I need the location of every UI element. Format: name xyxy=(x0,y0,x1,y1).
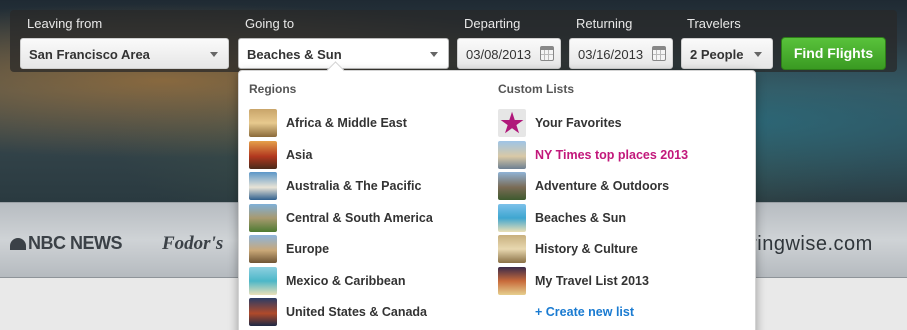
region-label: Asia xyxy=(286,148,313,162)
returning-date-input[interactable]: 03/16/2013 xyxy=(569,38,673,69)
going-to-select[interactable]: Beaches & Sun xyxy=(238,38,449,69)
usa-thumb xyxy=(249,298,277,326)
list-history[interactable]: History & Culture xyxy=(498,235,638,263)
region-usa[interactable]: United States & Canada xyxy=(249,298,427,326)
flight-search-bar: Leaving from San Francisco Area Going to… xyxy=(10,10,897,72)
departing-label: Departing xyxy=(464,16,521,31)
list-ny-times[interactable]: NY Times top places 2013 xyxy=(498,141,688,169)
region-label: United States & Canada xyxy=(286,305,428,319)
region-label: Africa & Middle East xyxy=(286,116,407,130)
region-label: Central & South America xyxy=(286,211,433,225)
mexico-thumb xyxy=(249,267,277,295)
region-central-america[interactable]: Central & South America xyxy=(249,204,433,232)
nbc-news-logo: NBC NEWS xyxy=(10,233,123,254)
asia-thumb xyxy=(249,141,277,169)
leaving-label: Leaving from xyxy=(27,16,103,31)
list-your-favorites[interactable]: ★ Your Favorites xyxy=(498,109,622,137)
going-label: Going to xyxy=(245,16,295,31)
list-label: Your Favorites xyxy=(535,116,622,130)
adventure-thumb xyxy=(498,172,526,200)
nytimes-thumb xyxy=(498,141,526,169)
region-label: Europe xyxy=(286,242,330,256)
travelers-select[interactable]: 2 People xyxy=(681,38,773,69)
leaving-value: San Francisco Area xyxy=(29,47,150,62)
australia-thumb xyxy=(249,172,277,200)
custom-lists-heading: Custom Lists xyxy=(498,82,575,96)
history-thumb xyxy=(498,235,526,263)
central-america-thumb xyxy=(249,204,277,232)
africa-thumb xyxy=(249,109,277,137)
calendar-icon[interactable] xyxy=(540,46,554,61)
list-label: Beaches & Sun xyxy=(535,211,627,225)
region-europe[interactable]: Europe xyxy=(249,235,329,263)
list-label: Adventure & Outdoors xyxy=(535,179,670,193)
region-label: Australia & The Pacific xyxy=(286,179,422,193)
peacock-icon xyxy=(10,238,26,250)
list-label: History & Culture xyxy=(535,242,638,256)
region-asia[interactable]: Asia xyxy=(249,141,312,169)
region-label: Mexico & Caribbean xyxy=(286,274,406,288)
find-flights-button[interactable]: Find Flights xyxy=(781,37,886,70)
travel-list-thumb xyxy=(498,267,526,295)
region-australia[interactable]: Australia & The Pacific xyxy=(249,172,421,200)
travelers-label: Travelers xyxy=(687,16,741,31)
region-africa[interactable]: Africa & Middle East xyxy=(249,109,407,137)
list-label: My Travel List 2013 xyxy=(535,274,649,288)
region-mexico[interactable]: Mexico & Caribbean xyxy=(249,267,405,295)
travelers-value: 2 People xyxy=(690,47,744,62)
chevron-down-icon xyxy=(210,52,218,57)
going-value: Beaches & Sun xyxy=(247,47,342,62)
list-beaches[interactable]: Beaches & Sun xyxy=(498,204,626,232)
create-new-list-link[interactable]: + Create new list xyxy=(535,305,634,319)
chevron-down-icon xyxy=(430,52,438,57)
list-my-travel[interactable]: My Travel List 2013 xyxy=(498,267,649,295)
star-icon: ★ xyxy=(498,109,526,137)
beach-thumb xyxy=(498,204,526,232)
list-adventure[interactable]: Adventure & Outdoors xyxy=(498,172,669,200)
returning-value: 03/16/2013 xyxy=(578,47,644,62)
departing-date-input[interactable]: 03/08/2013 xyxy=(457,38,561,69)
list-label: NY Times top places 2013 xyxy=(535,148,689,162)
destination-dropdown: Regions Custom Lists Africa & Middle Eas… xyxy=(238,70,756,330)
fodors-logo: Fodor's xyxy=(162,233,224,254)
leaving-from-select[interactable]: San Francisco Area xyxy=(20,38,229,69)
calendar-icon[interactable] xyxy=(652,46,666,61)
europe-thumb xyxy=(249,235,277,263)
chevron-down-icon xyxy=(754,52,762,57)
regions-heading: Regions xyxy=(249,82,297,96)
returning-label: Returning xyxy=(576,16,633,31)
departing-value: 03/08/2013 xyxy=(466,47,532,62)
